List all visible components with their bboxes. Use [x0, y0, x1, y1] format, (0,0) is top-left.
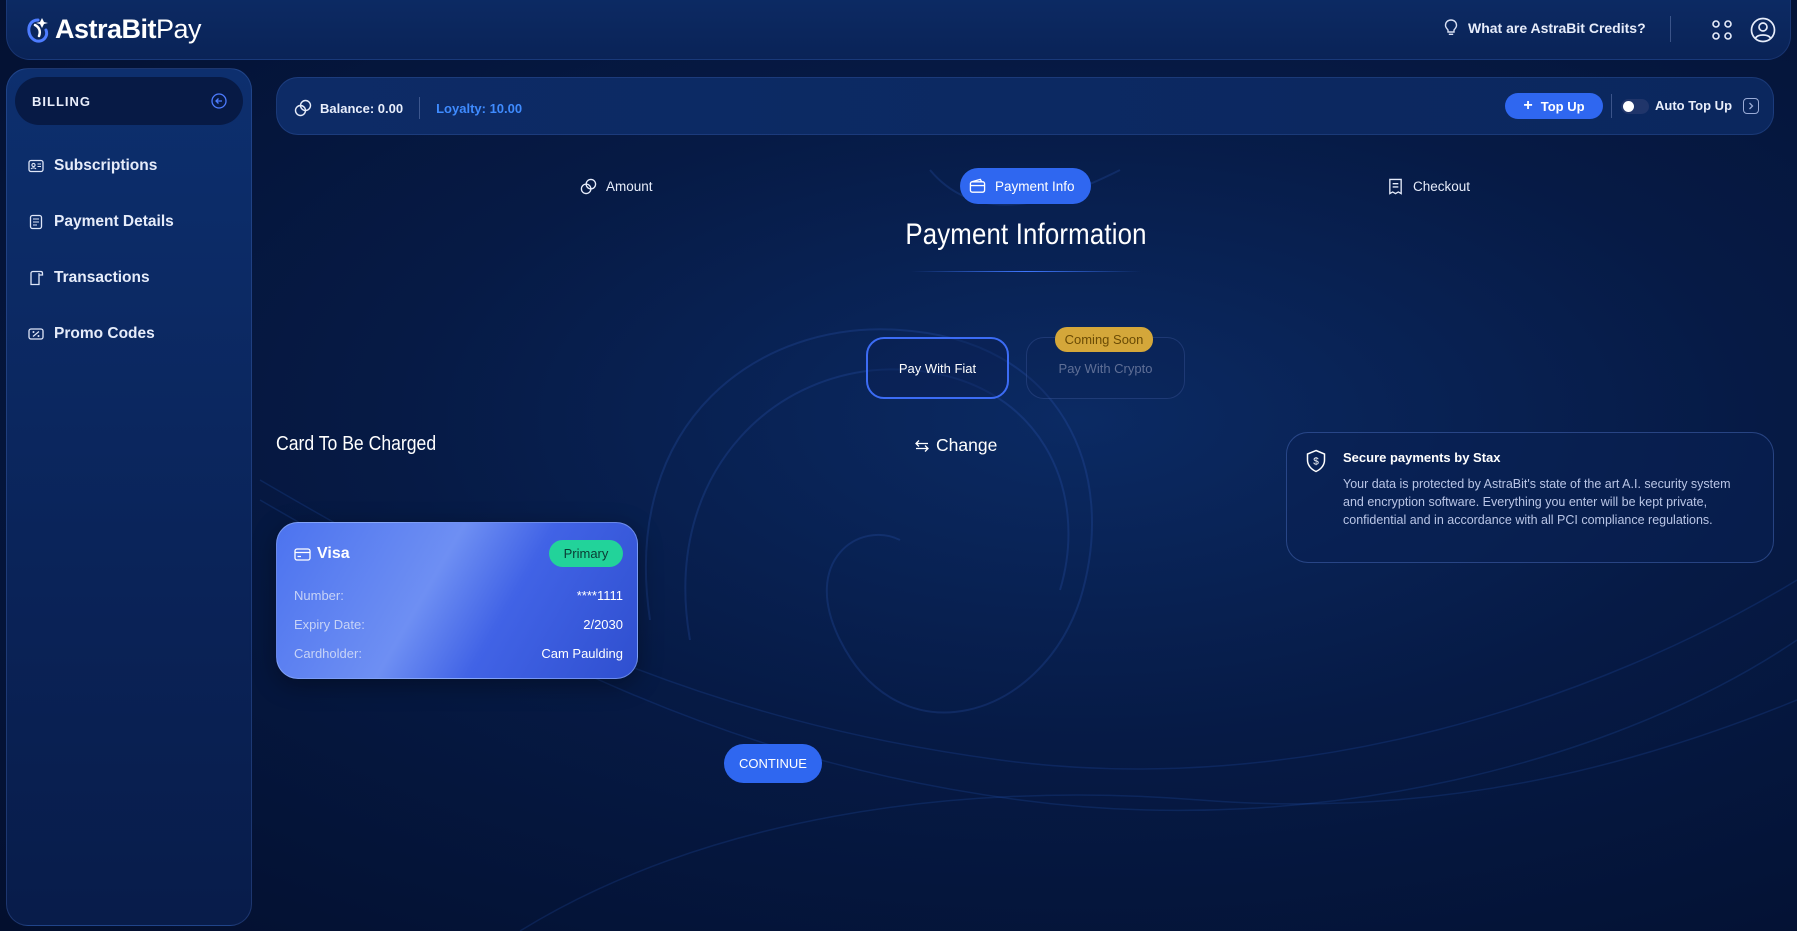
shield-icon: $: [1306, 449, 1326, 473]
balance-value: Balance: 0.00: [320, 100, 404, 116]
header-divider: [1670, 16, 1671, 42]
id-card-icon: [28, 159, 44, 173]
card-holder-value: Cam Paulding: [541, 646, 623, 661]
swap-arrows-icon: [915, 439, 929, 452]
coins-icon: [580, 178, 597, 194]
sidebar: BILLING Subscriptions Payment Details Tr…: [6, 68, 252, 926]
sidebar-item-label: Transactions: [54, 269, 150, 286]
step-label: Payment Info: [995, 178, 1075, 194]
card-expiry-label: Expiry Date:: [294, 617, 365, 632]
top-up-button[interactable]: + Top Up: [1505, 93, 1603, 119]
card-expiry-row: Expiry Date: 2/2030: [294, 617, 623, 632]
continue-button[interactable]: CONTINUE: [724, 744, 822, 783]
sidebar-item-label: Payment Details: [54, 213, 174, 230]
billing-label: BILLING: [32, 93, 91, 109]
top-up-label: Top Up: [1540, 98, 1585, 114]
step-checkout[interactable]: Checkout: [1387, 168, 1470, 204]
sidebar-item-label: Promo Codes: [54, 325, 155, 342]
card-section-heading: Card To Be Charged: [276, 433, 437, 455]
logo[interactable]: AstraBitPay: [25, 14, 202, 45]
balance-bar: Balance: 0.00 Loyalty: 10.00 + Top Up Au…: [276, 77, 1774, 135]
primary-badge: Primary: [549, 540, 623, 567]
balance-divider: [419, 97, 421, 119]
page-title: Payment Information: [905, 218, 1147, 251]
coming-soon-badge: Coming Soon: [1055, 327, 1153, 352]
auto-top-up-toggle[interactable]: [1621, 99, 1649, 114]
secure-payments-text: Your data is protected by AstraBit's sta…: [1343, 477, 1731, 527]
credits-link-label: What are AstraBit Credits?: [1468, 19, 1646, 36]
chevron-right-icon: [1749, 102, 1754, 110]
step-label: Amount: [606, 178, 653, 194]
balance-summary: Balance: 0.00 Loyalty: 10.00: [294, 97, 522, 119]
receipt-icon: [30, 270, 44, 286]
card-holder-row: Cardholder: Cam Paulding: [294, 646, 623, 661]
secure-payments-title: Secure payments by Stax: [1343, 450, 1501, 465]
plus-icon: +: [1523, 97, 1533, 114]
step-payment-info[interactable]: Payment Info: [960, 168, 1091, 204]
step-label: Checkout: [1413, 178, 1471, 194]
credit-card[interactable]: Visa Primary Number: ****1111 Expiry Dat…: [276, 522, 638, 679]
brand-name: AstraBitPay: [55, 14, 202, 44]
loyalty-value: Loyalty: 10.00: [436, 100, 523, 116]
receipt-icon: [1389, 178, 1402, 195]
change-card-link[interactable]: Change: [914, 435, 997, 456]
user-account-icon[interactable]: [1750, 17, 1776, 43]
wallet-icon: [969, 178, 986, 193]
document-icon: [29, 214, 43, 230]
card-holder-label: Cardholder:: [294, 646, 362, 661]
coins-icon: [294, 99, 312, 117]
card-number-value: ****1111: [576, 588, 623, 603]
back-arrow-icon[interactable]: [211, 93, 227, 109]
lightbulb-icon: [1444, 19, 1458, 35]
card-brand-label: Visa: [317, 545, 350, 562]
toggle-knob: [1623, 101, 1634, 112]
step-amount[interactable]: Amount: [580, 168, 653, 204]
top-bar: AstraBitPay What are AstraBit Credits?: [6, 0, 1791, 60]
sidebar-item-transactions[interactable]: Transactions: [28, 269, 150, 287]
credits-info-link[interactable]: What are AstraBit Credits?: [1444, 19, 1646, 36]
card-number-label: Number:: [294, 588, 344, 603]
billing-section-header[interactable]: BILLING: [15, 77, 243, 125]
title-underline: [911, 271, 1141, 272]
astrabit-logo-icon: [27, 17, 49, 43]
credit-card-icon: [294, 547, 311, 561]
auto-top-up-label: Auto Top Up: [1655, 98, 1733, 113]
sidebar-item-promo-codes[interactable]: Promo Codes: [28, 325, 155, 343]
card-expiry-value: 2/2030: [583, 617, 623, 632]
sidebar-item-subscriptions[interactable]: Subscriptions: [28, 157, 157, 175]
sidebar-item-payment-details[interactable]: Payment Details: [28, 213, 174, 231]
change-label: Change: [936, 435, 998, 455]
pay-with-fiat-button[interactable]: Pay With Fiat: [866, 337, 1009, 399]
pay-with-crypto-label: Pay With Crypto: [1058, 360, 1153, 376]
card-number-row: Number: ****1111: [294, 588, 623, 603]
sidebar-item-label: Subscriptions: [54, 157, 158, 174]
auto-top-up-info-button[interactable]: [1743, 98, 1759, 114]
toolbar-divider: [1611, 94, 1612, 118]
pay-with-fiat-label: Pay With Fiat: [898, 360, 977, 376]
ticket-icon: [28, 328, 44, 340]
svg-text:$: $: [1313, 457, 1319, 468]
card-brand: Visa: [294, 545, 350, 563]
secure-payments-panel: $ Secure payments by Stax Your data is p…: [1286, 432, 1774, 563]
apps-grid-icon[interactable]: [1711, 19, 1733, 41]
